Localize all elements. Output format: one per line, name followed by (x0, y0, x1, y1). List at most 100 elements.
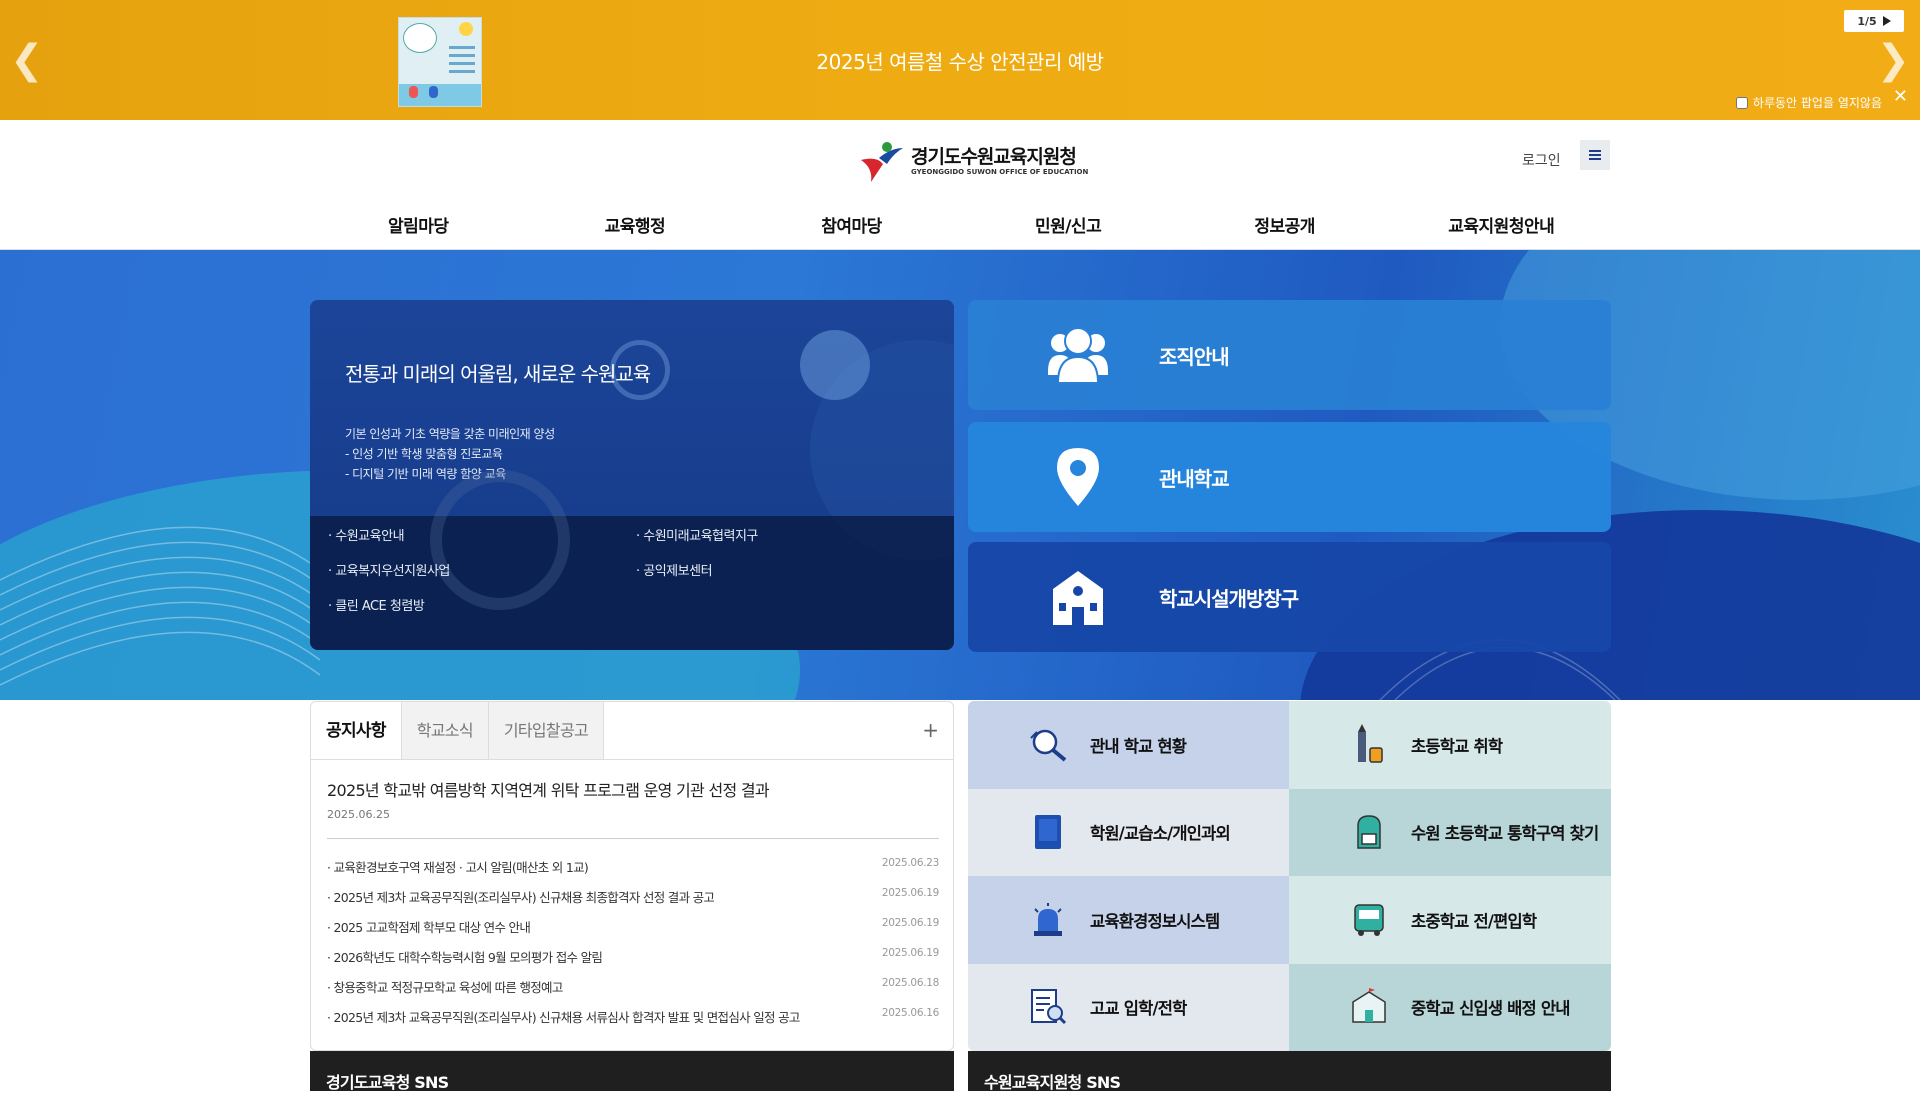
popup-page-count: 1/5 (1857, 14, 1877, 28)
list-item-date: 2025.06.19 (881, 887, 939, 899)
hero-section: 전통과 미래의 어울림, 새로운 수원교육 기본 인성과 기초 역량을 갖춘 미… (0, 250, 1920, 700)
grid-item-transfer[interactable]: 초중학교 전/편입학 (1289, 876, 1611, 964)
list-item-date: 2025.06.19 (881, 947, 939, 959)
grid-item-label: 관내 학교 현황 (1090, 736, 1187, 756)
gyeonggi-sns-heading: 경기도교육청 SNS (310, 1051, 954, 1092)
list-item[interactable]: · 교육환경보호구역 재설정 · 고시 알림(매산초 외 1교) 2025.06… (327, 857, 939, 887)
search-school-icon (1030, 729, 1067, 762)
document-search-icon (1031, 989, 1067, 1025)
grid-item-school-district[interactable]: 수원 초등학교 통학구역 찾기 (1289, 788, 1611, 876)
list-item[interactable]: · 2025년 제3차 교육공무직원(조리실무사) 신규채용 최종합격자 선정 … (327, 887, 939, 917)
list-item-date: 2025.06.18 (881, 977, 939, 989)
quick-link-facility-opening[interactable]: 학교시설개방창구 (968, 542, 1611, 652)
service-grid: 관내 학교 현황 초등학교 취학 학원/교습소/개인과외 수원 초등학교 통학구… (968, 701, 1611, 1051)
dont-show-today[interactable]: 하루동안 팝업을 열지않음 (1735, 94, 1882, 111)
headline-notice[interactable]: 2025년 학교밖 여름방학 지역연계 위탁 프로그램 운영 기관 선정 결과 (327, 777, 770, 801)
grid-item-label: 교육환경정보시스템 (1090, 911, 1220, 931)
list-item-title: · 2025 고교학점제 학부모 대상 연수 안내 (327, 920, 531, 935)
grid-item-label: 학원/교습소/개인과외 (1090, 824, 1231, 844)
list-item-date: 2025.06.19 (881, 917, 939, 929)
play-icon[interactable] (1882, 16, 1891, 26)
hamburger-menu-icon[interactable] (1580, 140, 1610, 170)
board-tabs: 공지사항 학교소식 기타입찰공고 (311, 702, 953, 760)
nav-item-about[interactable]: 교육지원청안내 (1393, 212, 1610, 237)
grid-item-elementary-entry[interactable]: 초등학교 취학 (1289, 701, 1611, 789)
list-item-date: 2025.06.23 (881, 857, 939, 869)
site-logo[interactable]: 경기도수원교육지원청 GYEONGGIDO SUWON OFFICE OF ED… (857, 138, 1088, 184)
grid-item-label: 중학교 신입생 배정 안내 (1411, 999, 1570, 1019)
people-icon (1048, 327, 1108, 384)
quick-link-schools[interactable]: 관내학교 (968, 422, 1611, 532)
tab-bids[interactable]: 기타입찰공고 (488, 702, 604, 759)
headline-date: 2025.06.25 (327, 808, 390, 821)
location-pin-icon (1057, 448, 1099, 506)
dont-show-checkbox[interactable] (1735, 96, 1748, 109)
notice-board: 공지사항 학교소식 기타입찰공고 + 2025년 학교밖 여름방학 지역연계 위… (310, 701, 954, 1051)
list-item-title: · 창용중학교 적정규모학교 육성에 따른 행정예고 (327, 980, 563, 995)
popup-banner: ❮ 2025년 여름철 수상 안전관리 예방 1/5 하루동안 팝업을 열지않음… (0, 0, 1920, 120)
grid-item-label: 초등학교 취학 (1411, 736, 1503, 756)
hero-link-future-district[interactable]: · 수원미래교육협력지구 (636, 525, 936, 548)
hero-desc-line: 기본 인성과 기초 역량을 갖춘 미래인재 양성 (345, 427, 555, 441)
bus-icon (1354, 904, 1384, 936)
list-item[interactable]: · 2025년 제3차 교육공무직원(조리실무사) 신규채용 서류심사 합격자 … (327, 1007, 939, 1037)
nav-item-civil[interactable]: 민원/신고 (960, 212, 1177, 237)
nav-item-news[interactable]: 알림마당 (310, 212, 527, 237)
more-plus-icon[interactable]: + (922, 718, 939, 742)
main-nav: 알림마당 교육행정 참여마당 민원/신고 정보공개 교육지원청안내 (310, 212, 1610, 237)
list-item-date: 2025.06.16 (881, 1007, 939, 1019)
nav-item-admin[interactable]: 교육행정 (527, 212, 744, 237)
hero-link-clean-ace[interactable]: · 클린 ACE 청렴방 (328, 595, 636, 618)
list-item-title: · 2025년 제3차 교육공무직원(조리실무사) 신규채용 최종합격자 선정 … (327, 890, 715, 905)
hero-slogan: 전통과 미래의 어울림, 새로운 수원교육 (345, 362, 651, 386)
alarm-light-icon (1034, 902, 1062, 936)
quick-link-label: 관내학교 (1159, 466, 1230, 491)
quick-link-label: 학교시설개방창구 (1159, 586, 1299, 611)
grid-item-environment-system[interactable]: 교육환경정보시스템 (968, 876, 1289, 964)
org-name-ko: 경기도수원교육지원청 (911, 146, 1077, 168)
tab-school-news[interactable]: 학교소식 (401, 702, 489, 759)
hero-link-welfare[interactable]: · 교육복지우선지원사업 (328, 560, 636, 583)
grid-item-middleschool-assignment[interactable]: 중학교 신입생 배정 안내 (1289, 963, 1611, 1051)
grid-item-label: 초중학교 전/편입학 (1411, 911, 1537, 931)
notice-list: · 교육환경보호구역 재설정 · 고시 알림(매산초 외 1교) 2025.06… (327, 857, 939, 1037)
list-item[interactable]: · 2026학년도 대학수학능력시험 9월 모의평가 접수 알림 2025.06… (327, 947, 939, 977)
suwon-sns-heading: 수원교육지원청 SNS (968, 1051, 1611, 1092)
school-icon (1352, 988, 1386, 1023)
hero-link-whistleblower[interactable]: · 공익제보센터 (636, 560, 936, 583)
grid-item-school-status[interactable]: 관내 학교 현황 (968, 701, 1289, 789)
list-item[interactable]: · 창용중학교 적정규모학교 육성에 따른 행정예고 2025.06.18 (327, 977, 939, 1007)
quick-link-label: 조직안내 (1159, 344, 1230, 369)
site-header: 경기도수원교육지원청 GYEONGGIDO SUWON OFFICE OF ED… (0, 120, 1920, 250)
org-name-en: GYEONGGIDO SUWON OFFICE OF EDUCATION (911, 168, 1089, 176)
grid-item-academy[interactable]: 학원/교습소/개인과외 (968, 788, 1289, 876)
nav-item-info[interactable]: 정보공개 (1176, 212, 1393, 237)
logo-emblem-icon (861, 142, 903, 182)
popup-pager[interactable]: 1/5 (1844, 10, 1904, 32)
login-link[interactable]: 로그인 (1522, 150, 1561, 170)
list-item-title: · 교육환경보호구역 재설정 · 고시 알림(매산초 외 1교) (327, 860, 589, 875)
nav-item-participation[interactable]: 참여마당 (743, 212, 960, 237)
pencil-icon (1358, 723, 1383, 763)
school-building-icon (1053, 571, 1103, 625)
list-item-title: · 2026학년도 대학수학능력시험 9월 모의평가 접수 알림 (327, 950, 603, 965)
book-icon (1035, 815, 1061, 850)
dont-show-label: 하루동안 팝업을 열지않음 (1752, 96, 1882, 110)
quick-link-organization[interactable]: 조직안내 (968, 300, 1611, 410)
grid-item-highschool-admission[interactable]: 고교 입학/전학 (968, 963, 1289, 1051)
list-item[interactable]: · 2025 고교학점제 학부모 대상 연수 안내 2025.06.19 (327, 917, 939, 947)
grid-item-label: 고교 입학/전학 (1090, 999, 1187, 1019)
grid-item-label: 수원 초등학교 통학구역 찾기 (1411, 824, 1599, 844)
hero-link-suwon-edu[interactable]: · 수원교육안내 (328, 525, 636, 548)
close-icon[interactable]: ✕ (1893, 86, 1908, 107)
hero-card: 전통과 미래의 어울림, 새로운 수원교육 기본 인성과 기초 역량을 갖춘 미… (310, 300, 954, 650)
backpack-icon (1357, 815, 1381, 849)
hero-links: · 수원교육안내 · 수원미래교육협력지구 · 교육복지우선지원사업 · 공익제… (328, 525, 938, 618)
list-item-title: · 2025년 제3차 교육공무직원(조리실무사) 신규채용 서류심사 합격자 … (327, 1010, 800, 1025)
tab-notice[interactable]: 공지사항 (311, 702, 402, 759)
popup-next-arrow-icon[interactable]: ❯ (1876, 38, 1910, 82)
hero-background-lines (0, 526, 1621, 700)
hero-desc-line: - 인성 기반 학생 맞춤형 진로교육 (345, 447, 503, 461)
popup-title[interactable]: 2025년 여름철 수상 안전관리 예방 (0, 46, 1920, 75)
divider (327, 838, 939, 839)
